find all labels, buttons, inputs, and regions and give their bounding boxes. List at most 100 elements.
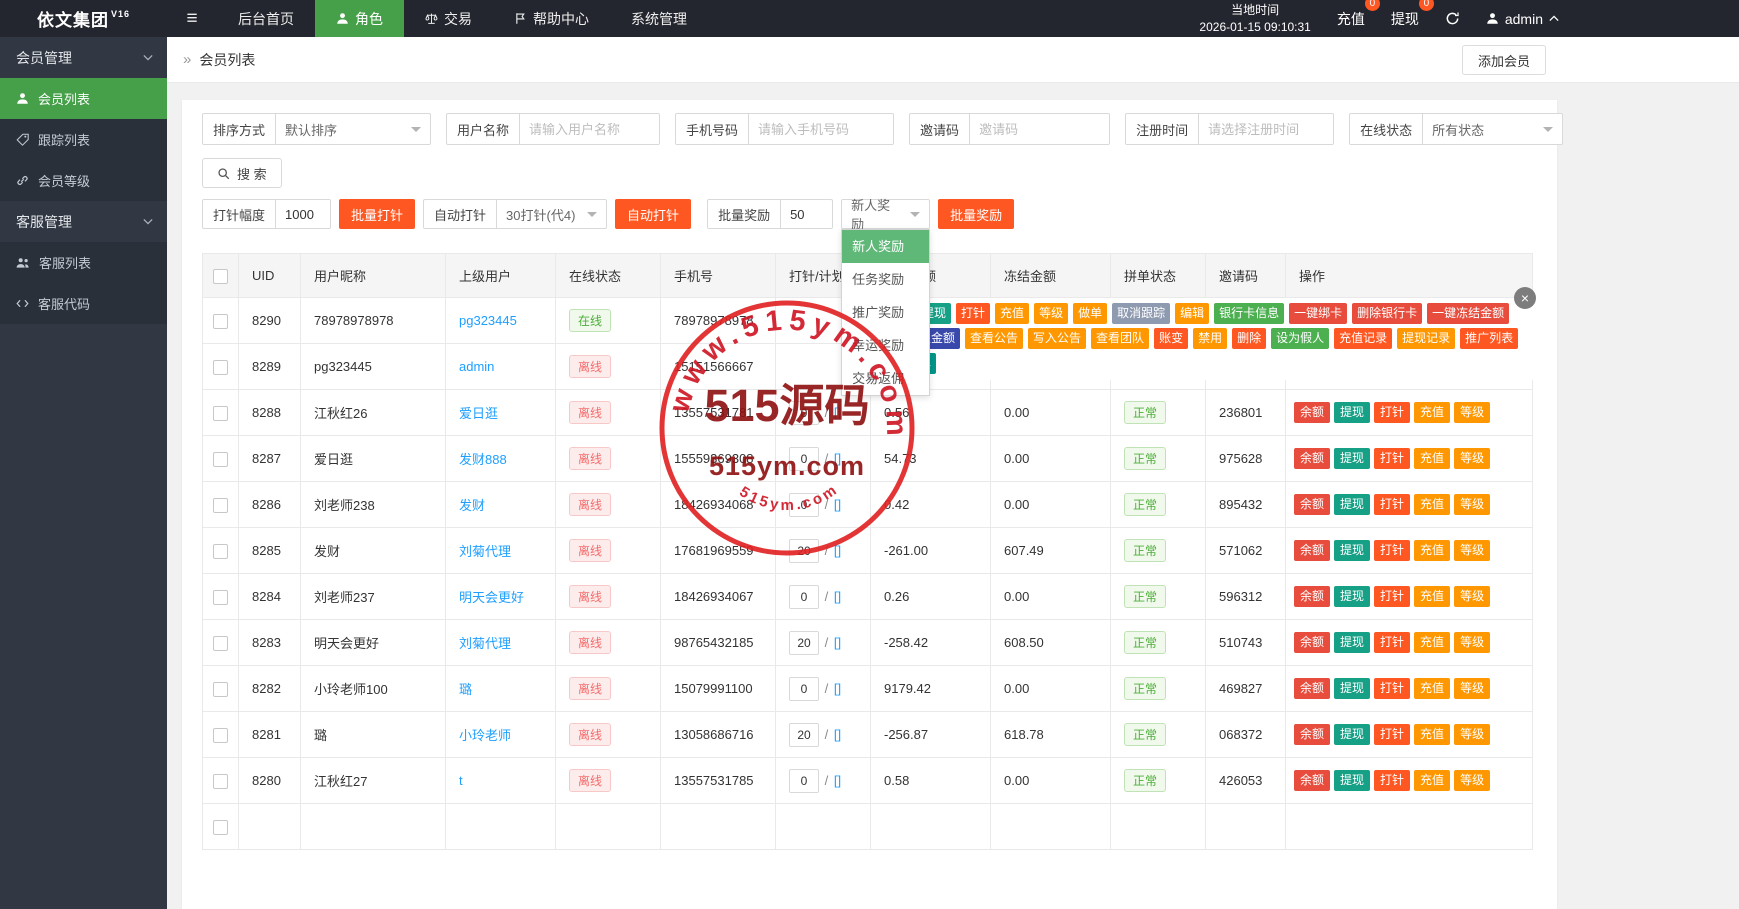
close-icon[interactable]: × — [1514, 287, 1536, 309]
row-action-打针[interactable]: 打针 — [1374, 540, 1410, 561]
reward-option-幸运奖励[interactable]: 幸运奖励 — [842, 329, 929, 362]
row-action-提现[interactable]: 提现 — [1334, 770, 1370, 791]
refresh-icon[interactable] — [1445, 11, 1460, 26]
row-action-充值[interactable]: 充值 — [1414, 494, 1450, 515]
row-action-充值[interactable]: 充值 — [1414, 632, 1450, 653]
parent-user-link[interactable]: 明天会更好 — [459, 590, 524, 605]
plan-link[interactable]: [] — [834, 543, 841, 558]
row-action-提现[interactable]: 提现 — [1334, 678, 1370, 699]
parent-user-link[interactable]: admin — [459, 359, 494, 374]
row-action-充值[interactable]: 充值 — [1414, 402, 1450, 423]
panel-action-禁用[interactable]: 禁用 — [1193, 328, 1227, 349]
panel-action-一键绑卡[interactable]: 一键绑卡 — [1289, 303, 1347, 324]
row-action-充值[interactable]: 充值 — [1414, 586, 1450, 607]
row-checkbox[interactable] — [213, 820, 228, 835]
top-menu-item-后台首页[interactable]: 后台首页 — [217, 0, 315, 37]
parent-user-link[interactable]: 发财888 — [459, 452, 507, 467]
parent-user-link[interactable]: 刘菊代理 — [459, 544, 511, 559]
row-action-余额[interactable]: 余额 — [1294, 632, 1330, 653]
row-action-充值[interactable]: 充值 — [1414, 678, 1450, 699]
plan-input[interactable] — [789, 447, 819, 471]
reward-option-交易返佣[interactable]: 交易返佣 — [842, 362, 929, 395]
plan-link[interactable]: [] — [834, 635, 841, 650]
withdraw-link[interactable]: 提现 0 — [1391, 9, 1419, 29]
sidebar-group-客服管理[interactable]: 客服管理 — [0, 201, 167, 242]
row-action-等级[interactable]: 等级 — [1454, 770, 1490, 791]
sidebar-item-会员等级[interactable]: 会员等级 — [0, 160, 167, 201]
row-action-打针[interactable]: 打针 — [1374, 770, 1410, 791]
row-action-余额[interactable]: 余额 — [1294, 586, 1330, 607]
row-action-提现[interactable]: 提现 — [1334, 724, 1370, 745]
filter-select-排序方式[interactable]: 默认排序 — [276, 113, 431, 145]
row-action-等级[interactable]: 等级 — [1454, 448, 1490, 469]
plan-link[interactable]: [] — [834, 405, 841, 420]
auto-inject-button[interactable]: 自动打针 — [615, 199, 691, 229]
panel-action-删除[interactable]: 删除 — [1232, 328, 1266, 349]
row-action-打针[interactable]: 打针 — [1374, 678, 1410, 699]
row-checkbox[interactable] — [213, 360, 228, 375]
plan-input[interactable] — [789, 677, 819, 701]
sidebar-item-跟踪列表[interactable]: 跟踪列表 — [0, 119, 167, 160]
row-action-打针[interactable]: 打针 — [1374, 402, 1410, 423]
plan-input[interactable] — [789, 539, 819, 563]
row-checkbox[interactable] — [213, 452, 228, 467]
row-checkbox[interactable] — [213, 406, 228, 421]
admin-menu[interactable]: admin — [1486, 11, 1559, 27]
row-action-余额[interactable]: 余额 — [1294, 494, 1330, 515]
top-menu-item-系统管理[interactable]: 系统管理 — [610, 0, 708, 37]
select-all-checkbox[interactable] — [213, 269, 228, 284]
row-action-充值[interactable]: 充值 — [1414, 540, 1450, 561]
row-action-提现[interactable]: 提现 — [1334, 448, 1370, 469]
sidebar-item-客服列表[interactable]: 客服列表 — [0, 242, 167, 283]
plan-input[interactable] — [789, 585, 819, 609]
row-checkbox[interactable] — [213, 498, 228, 513]
row-action-提现[interactable]: 提现 — [1334, 586, 1370, 607]
parent-user-link[interactable]: t — [459, 773, 463, 788]
sidebar-group-会员管理[interactable]: 会员管理 — [0, 37, 167, 78]
search-button[interactable]: 搜 索 — [202, 158, 282, 188]
row-checkbox[interactable] — [213, 590, 228, 605]
plan-link[interactable]: [] — [834, 727, 841, 742]
panel-action-查看公告[interactable]: 查看公告 — [965, 328, 1023, 349]
filter-input-手机号码[interactable] — [749, 113, 894, 145]
plan-link[interactable]: [] — [834, 589, 841, 604]
row-action-打针[interactable]: 打针 — [1374, 494, 1410, 515]
plan-input[interactable] — [789, 493, 819, 517]
plan-input[interactable] — [789, 769, 819, 793]
plan-link[interactable]: [] — [834, 451, 841, 466]
parent-user-link[interactable]: 爱日逛 — [459, 406, 498, 421]
top-menu-item-帮助中心[interactable]: 帮助中心 — [493, 0, 610, 37]
inject-range-input[interactable] — [276, 199, 331, 229]
row-action-等级[interactable]: 等级 — [1454, 540, 1490, 561]
row-action-等级[interactable]: 等级 — [1454, 586, 1490, 607]
row-action-充值[interactable]: 充值 — [1414, 770, 1450, 791]
panel-action-等级[interactable]: 等级 — [1034, 303, 1068, 324]
plan-input[interactable] — [789, 723, 819, 747]
row-checkbox[interactable] — [213, 682, 228, 697]
row-action-等级[interactable]: 等级 — [1454, 632, 1490, 653]
sidebar-item-客服代码[interactable]: 客服代码 — [0, 283, 167, 324]
auto-inject-select[interactable]: 30打针(代4) — [497, 199, 607, 229]
row-checkbox[interactable] — [213, 636, 228, 651]
reward-option-新人奖励[interactable]: 新人奖励 — [842, 230, 929, 263]
batch-inject-button[interactable]: 批量打针 — [339, 199, 415, 229]
batch-reward-button[interactable]: 批量奖励 — [938, 199, 1014, 229]
top-menu-item-角色[interactable]: 角色 — [315, 0, 404, 37]
plan-link[interactable]: [] — [834, 681, 841, 696]
row-checkbox[interactable] — [213, 544, 228, 559]
panel-action-删除银行卡[interactable]: 删除银行卡 — [1352, 303, 1422, 324]
panel-action-银行卡信息[interactable]: 银行卡信息 — [1214, 303, 1284, 324]
panel-action-充值记录[interactable]: 充值记录 — [1334, 328, 1392, 349]
row-action-余额[interactable]: 余额 — [1294, 402, 1330, 423]
row-action-余额[interactable]: 余额 — [1294, 724, 1330, 745]
panel-action-账变[interactable]: 账变 — [1154, 328, 1188, 349]
row-action-余额[interactable]: 余额 — [1294, 540, 1330, 561]
panel-action-充值[interactable]: 充值 — [995, 303, 1029, 324]
row-action-打针[interactable]: 打针 — [1374, 724, 1410, 745]
reward-option-推广奖励[interactable]: 推广奖励 — [842, 296, 929, 329]
panel-action-查看团队[interactable]: 查看团队 — [1091, 328, 1149, 349]
row-action-余额[interactable]: 余额 — [1294, 770, 1330, 791]
parent-user-link[interactable]: pg323445 — [459, 313, 517, 328]
add-member-button[interactable]: 添加会员 — [1462, 45, 1546, 75]
panel-action-一键冻结金额[interactable]: 一键冻结金额 — [1427, 303, 1509, 324]
